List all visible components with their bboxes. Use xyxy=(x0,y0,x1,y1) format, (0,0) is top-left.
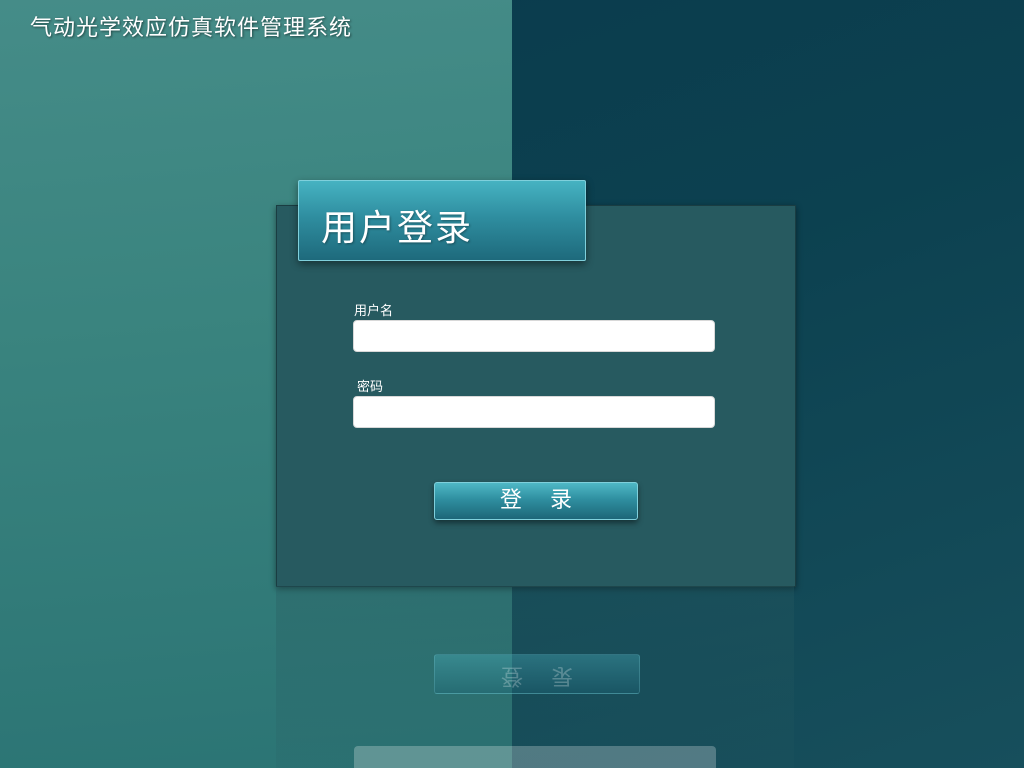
username-label: 用户名 xyxy=(354,304,394,319)
login-header-title: 用户登录 xyxy=(321,208,474,249)
password-input[interactable] xyxy=(353,396,715,428)
password-label: 密码 xyxy=(357,380,384,395)
app-title: 气动光学效应仿真软件管理系统 xyxy=(30,16,353,41)
login-header: 用户登录 xyxy=(298,180,586,261)
login-button[interactable]: 登 录 xyxy=(434,482,638,520)
username-input[interactable] xyxy=(353,320,715,352)
